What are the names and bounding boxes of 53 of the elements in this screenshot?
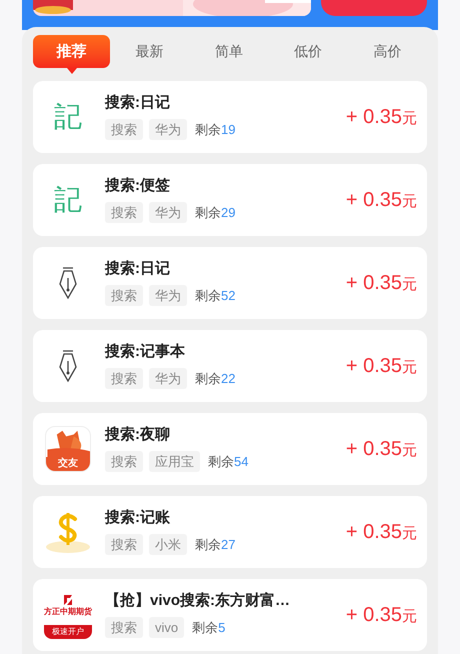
tab[interactable]: 简单 [189, 35, 268, 68]
pen-nib-icon [58, 349, 78, 383]
task-card[interactable]: 搜索:日记 搜索 华为 剩余52 + 0.35元 [33, 247, 427, 319]
reward-amount: + 0.35元 [346, 271, 417, 296]
task-card[interactable]: 交友 搜索:夜聊 搜索 应用宝 剩余54 + 0.35元 [33, 413, 427, 485]
tag: vivo [149, 617, 184, 638]
remaining-count: 剩余54 [208, 452, 248, 471]
tab[interactable]: 最新 [110, 35, 190, 68]
task-title: 搜索:日记 [105, 94, 171, 112]
task-card[interactable]: 方正中期期货 极速开户 【抢】vivo搜索:东方财富… 搜索 vivo 剩余5 + 0.35元 [33, 579, 427, 651]
app-icon: 記 [46, 95, 90, 139]
tag: 小米 [149, 534, 187, 555]
reward-amount: + 0.35元 [346, 603, 417, 628]
remaining-count: 剩余29 [195, 204, 236, 222]
tag: 华为 [149, 202, 187, 223]
tag: 华为 [149, 119, 187, 140]
task-title: 搜索:记事本 [105, 343, 186, 361]
tag: 华为 [149, 368, 187, 389]
tag: 搜索 [105, 285, 143, 306]
tab[interactable]: 高价 [348, 35, 427, 68]
reward-amount: + 0.35元 [346, 520, 417, 545]
task-title: 搜索:便签 [105, 177, 171, 195]
task-card[interactable]: 記 搜索:便签 搜索 华为 剩余29 + 0.35元 [33, 164, 427, 236]
pen-nib-icon [58, 266, 78, 300]
task-title: 搜索:夜聊 [105, 426, 171, 444]
tag: 应用宝 [149, 451, 200, 472]
tag: 搜索 [105, 368, 143, 389]
tag: 搜索 [105, 202, 143, 223]
tab[interactable]: 低价 [268, 35, 348, 68]
tag: 搜索 [105, 534, 143, 555]
reward-amount: + 0.35元 [346, 437, 417, 462]
tag: 华为 [149, 285, 187, 306]
reward-amount: + 0.35元 [346, 354, 417, 379]
task-title: 搜索:日记 [105, 260, 171, 278]
tag: 搜索 [105, 119, 143, 140]
task-card[interactable]: 記 搜索:日记 搜索 华为 剩余19 + 0.35元 [33, 81, 427, 153]
dollar-coin-icon [45, 511, 91, 553]
task-card[interactable]: 搜索:记事本 搜索 华为 剩余22 + 0.35元 [33, 330, 427, 402]
app-icon: 記 [46, 178, 90, 222]
app-icon: 交友 [45, 426, 91, 472]
remaining-count: 剩余27 [195, 536, 236, 554]
task-title: 【抢】vivo搜索:东方财富… [105, 592, 292, 610]
tag: 搜索 [105, 617, 143, 638]
remaining-count: 剩余19 [195, 120, 236, 139]
task-title: 搜索:记账 [105, 509, 171, 527]
remaining-count: 剩余5 [192, 618, 226, 637]
reward-amount: + 0.35元 [346, 105, 417, 130]
remaining-count: 剩余22 [195, 370, 236, 388]
reward-amount: + 0.35元 [346, 188, 417, 213]
remaining-count: 剩余52 [195, 286, 236, 305]
tag: 搜索 [105, 451, 143, 472]
task-card[interactable]: 搜索:记账 搜索 小米 剩余27 + 0.35元 [33, 496, 427, 568]
action-button[interactable] [320, 0, 427, 16]
